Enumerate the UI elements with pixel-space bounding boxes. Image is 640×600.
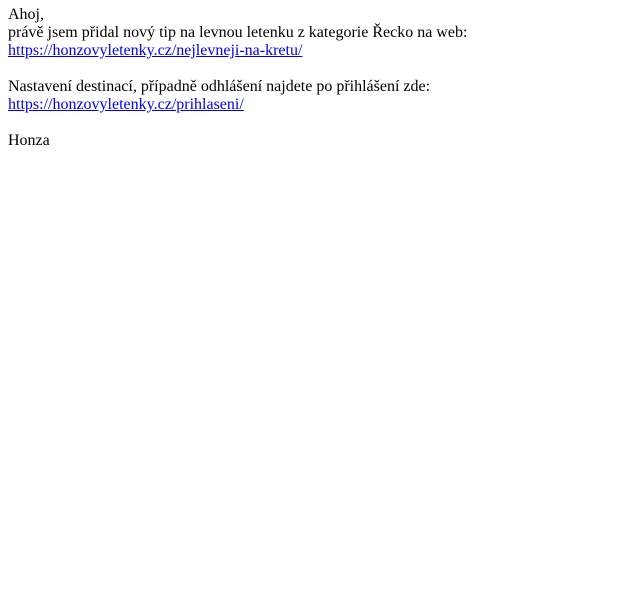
greeting-text: Ahoj, <box>8 6 44 23</box>
tip-link[interactable]: https://honzovyletenky.cz/nejlevneji-na-… <box>8 42 302 59</box>
settings-text: Nastavení destinací, případně odhlášení … <box>8 78 431 95</box>
login-link[interactable]: https://honzovyletenky.cz/prihlaseni/ <box>8 96 244 113</box>
signature-text: Honza <box>8 132 50 149</box>
login-link-line: https://honzovyletenky.cz/prihlaseni/ <box>8 96 632 114</box>
email-body: Ahoj, právě jsem přidal nový tip na levn… <box>0 0 640 150</box>
tip-link-line: https://honzovyletenky.cz/nejlevneji-na-… <box>8 42 632 60</box>
intro-text: právě jsem přidal nový tip na levnou let… <box>8 24 468 41</box>
